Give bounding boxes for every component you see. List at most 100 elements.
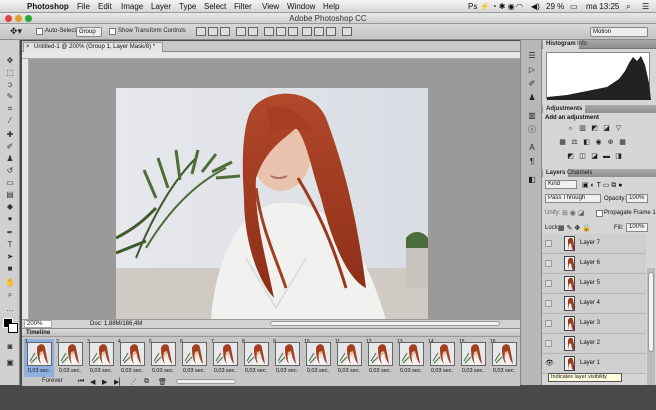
battery-text[interactable]: 29 % [546,2,564,11]
history-brush-tool-icon[interactable]: ↺ [3,166,17,176]
workspace-dropdown[interactable]: Motion [590,27,648,37]
spotlight-icon[interactable]: ⌕ [626,2,630,12]
history-panel-icon[interactable]: ☰ [526,50,538,61]
frame-delay[interactable]: 0,03 sec. [396,368,426,374]
frame-delay[interactable]: 0,03 sec. [148,368,178,374]
timeline-frame[interactable]: 60,03 sec. [179,339,209,377]
blend-mode-dropdown[interactable]: Pass Through [545,194,601,203]
timeline-frame[interactable]: 50,03 sec. [148,339,178,377]
color-lookup-icon[interactable]: ▦ [618,139,627,147]
brush-tool-icon[interactable]: ✐ [3,142,17,152]
loop-dropdown[interactable]: Forever [42,378,63,384]
eraser-tool-icon[interactable]: ▭ [3,178,17,188]
distribute-right-icon[interactable] [326,27,336,36]
quick-mask-icon[interactable]: ◙ [3,342,17,352]
opacity-field[interactable]: 100% [626,194,648,203]
visibility-toggle[interactable] [545,260,552,267]
timeline-frame[interactable]: 140,03 sec. [427,339,457,377]
play-icon[interactable]: ▶ [102,378,107,386]
frame-delay[interactable]: 0,03 sec. [458,368,488,374]
menu-photoshop[interactable]: Photoshop [27,2,69,11]
timeline-frame[interactable]: 90,03 sec. [272,339,302,377]
timeline-frame[interactable]: 120,03 sec. [365,339,395,377]
curves-icon[interactable]: ◩ [590,125,599,133]
hand-tool-icon[interactable]: ✋ [3,278,17,288]
lasso-tool-icon[interactable]: ↄ [3,80,17,90]
blur-tool-icon[interactable]: ◆ [3,202,17,212]
first-frame-icon[interactable]: ⏮ [78,378,84,386]
frame-delay[interactable]: 0,03 sec. [210,368,240,374]
distribute-bottom-icon[interactable] [288,27,298,36]
layer-row[interactable]: 👁 Layer 1 [542,354,646,374]
hue-saturation-icon[interactable]: ▦ [558,139,567,147]
align-left-icon[interactable] [236,27,246,36]
auto-select-dropdown[interactable]: Group [76,27,102,37]
screen-mode-icon[interactable]: ▣ [3,358,17,368]
properties-panel-icon[interactable]: ▥ [526,110,538,121]
layer-row[interactable]: Layer 4 [542,294,646,314]
document-image[interactable] [116,88,428,320]
layer-comps-panel-icon[interactable]: ◧ [526,174,538,185]
background-color-swatch[interactable] [8,323,18,333]
align-hcenter-icon[interactable] [248,27,258,36]
doc-size-info[interactable]: Doc: 1,88M/186,4M [90,321,142,327]
frame-delay[interactable]: 0,03 sec. [241,368,271,374]
timeline-frame[interactable]: 130,03 sec. [396,339,426,377]
tab-info[interactable]: Info [574,40,590,49]
auto-select-checkbox[interactable] [36,28,43,35]
frame-delay[interactable]: 0,03 sec. [303,368,333,374]
type-tool-icon[interactable]: T [3,240,17,250]
path-select-tool-icon[interactable]: ➤ [3,252,17,262]
gradient-tool-icon[interactable]: ▤ [3,190,17,200]
move-tool-icon[interactable]: ✥▾ [10,26,22,37]
frame-delay[interactable]: 0,03 sec. [55,368,85,374]
close-tab-icon[interactable]: × [26,43,30,52]
color-balance-icon[interactable]: ⚖ [570,139,579,147]
quick-select-tool-icon[interactable]: ✎ [3,92,17,102]
menu-type[interactable]: Type [179,2,196,11]
layers-scrollbar[interactable] [647,268,655,385]
posterize-icon[interactable]: ◫ [578,153,587,161]
visibility-toggle[interactable] [545,280,552,287]
unify-icons[interactable]: ⊞ ◉ ◪ [562,209,584,217]
delete-frame-icon[interactable]: 🗑 [158,378,167,386]
frame-delay[interactable]: 0,03 sec. [24,368,54,374]
exposure-icon[interactable]: ◪ [602,125,611,133]
timeline-frame[interactable]: 70,03 sec. [210,339,240,377]
lock-icons[interactable]: ▦ ✎ ✥ 🔒 [558,224,591,232]
timeline-frame[interactable]: 160,03 sec. [489,339,519,377]
align-top-icon[interactable] [196,27,206,36]
pen-tool-icon[interactable]: ✒ [3,228,17,238]
frame-delay[interactable]: 0,03 sec. [86,368,116,374]
marquee-tool-icon[interactable]: ⬚ [3,68,17,78]
zoom-field[interactable]: 200% [24,320,52,328]
black-white-icon[interactable]: ◧ [582,139,591,147]
frame-delay[interactable]: 0,03 sec. [117,368,147,374]
frame-delay[interactable]: 0,03 sec. [272,368,302,374]
visibility-toggle[interactable] [545,300,552,307]
menu-filter[interactable]: Filter [234,2,252,11]
gradient-map-icon[interactable]: ▬ [602,153,611,161]
menu-select[interactable]: Select [204,2,226,11]
align-vcenter-icon[interactable] [208,27,218,36]
layer-row[interactable]: Layer 7 [542,234,646,254]
show-transform-checkbox[interactable] [109,28,116,35]
align-bottom-icon[interactable] [220,27,230,36]
layer-row[interactable]: Layer 6 [542,254,646,274]
frame-delay[interactable]: 0,03 sec. [427,368,457,374]
selective-color-icon[interactable]: ◨ [614,153,623,161]
clone-source-panel-icon[interactable]: ♟ [526,92,538,103]
layers-scroll-thumb[interactable] [648,272,654,352]
menu-view[interactable]: View [262,2,279,11]
menu-image[interactable]: Image [121,2,143,11]
brightness-icon[interactable]: ☼ [566,125,575,133]
zoom-tool-icon[interactable]: ⌕ [3,290,17,300]
fill-field[interactable]: 100% [626,223,648,232]
eye-icon[interactable]: 👁 [545,359,554,367]
character-panel-icon[interactable]: A [526,142,538,153]
menu-window[interactable]: Window [287,2,315,11]
menu-help[interactable]: Help [323,2,339,11]
timeline-frame[interactable]: 110,03 sec. [334,339,364,377]
timeline-frame[interactable]: 20,03 sec. [55,339,85,377]
info-panel-icon[interactable]: ⓘ [526,124,538,135]
